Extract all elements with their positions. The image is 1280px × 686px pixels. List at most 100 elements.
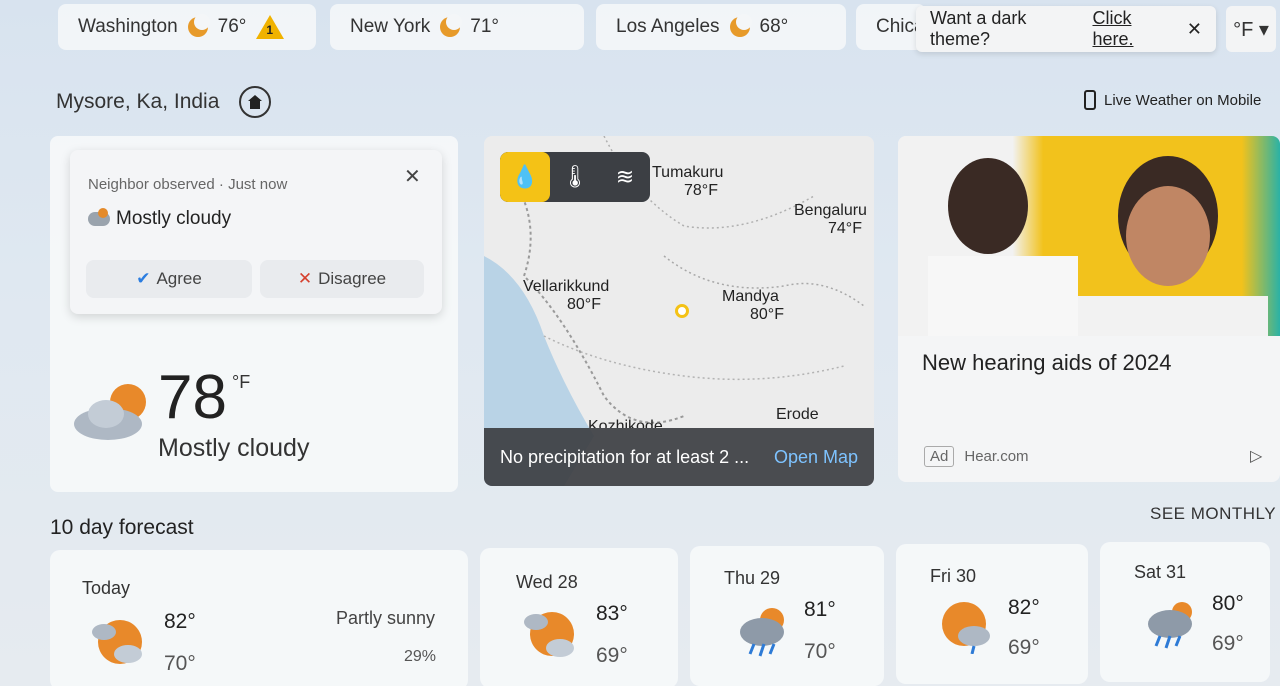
city-name: Washington [78, 16, 178, 37]
live-weather-mobile-link[interactable]: Live Weather on Mobile [1084, 90, 1261, 110]
current-temp-unit: °F [232, 372, 251, 392]
day-name: Today [82, 578, 131, 598]
map-label-vellarikkund: Vellarikkund 80°F [523, 278, 609, 314]
moon-icon [440, 14, 463, 37]
forecast-day-thu[interactable]: Thu 29 81° 70° [690, 546, 884, 686]
map-city-name: Kozhikode [588, 418, 663, 428]
low-temp: 69° [1212, 632, 1244, 655]
map-city-name: Vellarikkund [523, 278, 610, 295]
ad-choices-icon[interactable]: ▷ [1250, 446, 1262, 466]
wind-icon[interactable]: ≋ [600, 152, 650, 202]
alert-count: 1 [266, 23, 274, 37]
toast-text: Want a dark theme? [930, 8, 1027, 49]
map-city-name: Erode [776, 406, 819, 423]
home-icon[interactable] [239, 86, 272, 118]
city-temp: 71° [470, 16, 500, 37]
map-city-name: Mandya [722, 288, 779, 305]
location-name: Mysore, Ka, India [56, 90, 220, 113]
alert-icon[interactable]: 1 [256, 15, 285, 39]
location-row: Mysore, Ka, India [56, 86, 272, 118]
see-monthly-link[interactable]: SEE MONTHLY [1150, 504, 1276, 524]
neighbor-observed-popup: Neighbor observed · Just now ✕ Mostly cl… [70, 150, 442, 314]
precipitation-text: No precipitation for at least 2 ... [500, 446, 750, 467]
phone-icon [1084, 90, 1096, 110]
location-marker [675, 304, 689, 318]
current-condition: Mostly cloudy [158, 434, 310, 462]
map-label-mandya: Mandya 80°F [722, 288, 784, 324]
precip-chance: 29% [404, 648, 437, 665]
map-city-temp: 78°F [684, 182, 718, 199]
ad-source-name: Hear.com [964, 448, 1029, 465]
day-name: Thu 29 [724, 568, 781, 588]
map-label-kozhikode: Kozhikode [588, 418, 663, 428]
open-map-link[interactable]: Open Map [774, 447, 858, 468]
disagree-button[interactable]: ✕ Disagree [260, 260, 424, 298]
disagree-label: Disagree [318, 269, 387, 288]
low-temp: 69° [1008, 636, 1040, 659]
ad-badge: Ad [924, 446, 955, 467]
ad-title[interactable]: New hearing aids of 2024 [922, 350, 1172, 376]
map-footer: No precipitation for at least 2 ... Open… [484, 428, 874, 486]
observed-condition: Mostly cloudy [88, 208, 231, 230]
high-temp: 83° [596, 602, 628, 625]
day-condition: Partly sunny [336, 608, 436, 628]
city-name: Los Angeles [616, 16, 720, 37]
low-temp: 69° [596, 644, 628, 667]
observed-condition-label: Mostly cloudy [116, 208, 232, 229]
forecast-day-sat[interactable]: Sat 31 80° 69° [1100, 542, 1270, 682]
map-city-temp: 74°F [828, 220, 862, 237]
dark-theme-toast: Want a dark theme? Click here. ✕ [916, 6, 1216, 52]
high-temp: 81° [804, 598, 836, 621]
close-icon[interactable]: ✕ [1187, 19, 1202, 40]
forecast-day-wed[interactable]: Wed 28 83° 69° [480, 548, 678, 686]
moon-icon [187, 14, 210, 37]
forecast-day-today[interactable]: Today 82° 70° Partly sunny 29% [50, 550, 468, 686]
ad-source: Ad Hear.com [924, 446, 1029, 467]
map-city-temp: 80°F [750, 306, 784, 323]
observed-text: Neighbor observed · Just now [88, 176, 288, 193]
low-temp: 70° [164, 652, 196, 675]
forecast-title: 10 day forecast [50, 516, 194, 539]
map-label-erode: Erode [776, 406, 819, 424]
droplet-icon[interactable]: 💧 [500, 152, 550, 202]
unit-dropdown[interactable]: °F ▾ [1226, 6, 1276, 52]
forecast-day-fri[interactable]: Fri 30 82° 69° [896, 544, 1088, 684]
day-name: Sat 31 [1134, 562, 1187, 582]
mobile-link-label: Live Weather on Mobile [1104, 91, 1262, 109]
high-temp: 80° [1212, 592, 1244, 615]
agree-label: Agree [156, 269, 202, 288]
agree-button[interactable]: ✔ Agree [86, 260, 252, 298]
close-icon[interactable]: ✕ [404, 164, 421, 189]
ad-card[interactable] [898, 136, 1280, 482]
low-temp: 70° [804, 640, 836, 663]
sun-shower-icon [942, 602, 990, 654]
map-city-name: Tumakuru [652, 164, 724, 181]
day-name: Fri 30 [930, 566, 977, 586]
city-temp: 76° [217, 16, 247, 37]
city-name: New York [350, 16, 431, 37]
partly-sunny-icon [524, 612, 574, 657]
city-tab-los-angeles[interactable]: Los Angeles 68° [596, 4, 846, 50]
city-tab-washington[interactable]: Washington 76° 1 [58, 4, 316, 50]
ad-image [898, 136, 1280, 336]
day-name: Wed 28 [516, 572, 578, 592]
mostly-cloudy-icon [74, 384, 146, 440]
dark-theme-link[interactable]: Click here. [1092, 8, 1174, 50]
city-tab-new-york[interactable]: New York 71° [330, 4, 584, 50]
map-layer-toolbar: 💧 🌡 ≋ [500, 152, 650, 202]
city-temp: 68° [759, 16, 789, 37]
thunderstorm-icon [740, 608, 784, 657]
x-icon: ✕ [297, 269, 313, 288]
high-temp: 82° [164, 610, 196, 633]
partly-sunny-icon [92, 620, 142, 664]
current-temp: 78 [158, 363, 227, 432]
map-city-temp: 80°F [567, 296, 601, 313]
check-icon: ✔ [136, 269, 151, 288]
moon-icon [729, 14, 752, 37]
map-label-tumakuru: Tumakuru 78°F [652, 164, 723, 200]
map-label-bengaluru: Bengaluru 74°F [794, 202, 867, 238]
high-temp: 82° [1008, 596, 1040, 619]
partly-cloudy-icon [88, 208, 110, 226]
thermometer-icon[interactable]: 🌡 [550, 152, 600, 202]
thunderstorm-icon [1148, 602, 1192, 649]
